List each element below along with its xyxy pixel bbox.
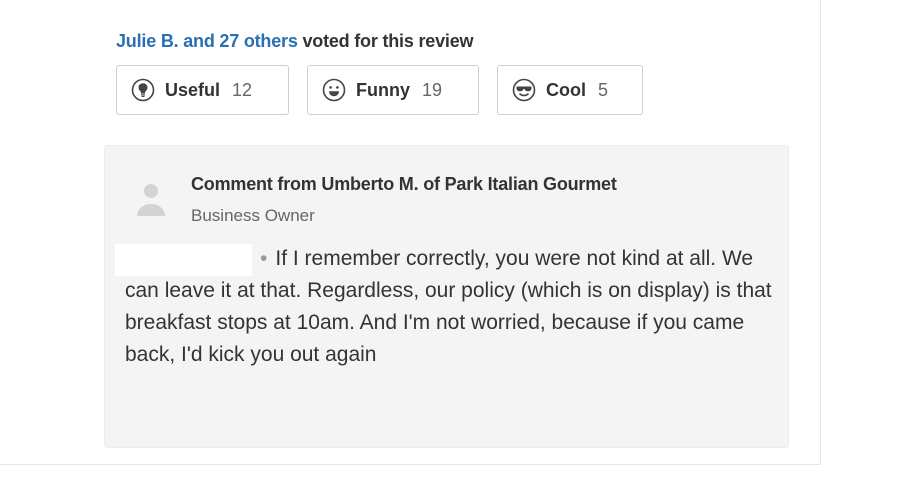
review-card: Julie B. and 27 others voted for this re… xyxy=(0,0,821,465)
cool-count: 5 xyxy=(598,79,609,100)
cool-button[interactable]: Cool 5 xyxy=(497,65,643,115)
comment-author: Comment from Umberto M. of Park Italian … xyxy=(191,174,617,194)
funny-label: Funny xyxy=(356,79,410,100)
sunglasses-icon xyxy=(512,78,536,102)
lightbulb-icon xyxy=(131,78,155,102)
vote-buttons: Useful 12 Funny 19 Cool 5 xyxy=(116,65,643,115)
business-owner-comment: Comment from Umberto M. of Park Italian … xyxy=(104,145,789,448)
voters-link[interactable]: Julie B. and 27 others xyxy=(116,31,298,51)
comment-bullet: • xyxy=(260,247,268,270)
cool-label: Cool xyxy=(546,79,586,100)
page: Julie B. and 27 others voted for this re… xyxy=(0,0,908,504)
useful-button[interactable]: Useful 12 xyxy=(116,65,289,115)
useful-label: Useful xyxy=(165,79,221,100)
voted-text: voted for this review xyxy=(297,31,474,51)
funny-button[interactable]: Funny 19 xyxy=(307,65,479,115)
votes-summary: Julie B. and 27 others voted for this re… xyxy=(116,31,474,52)
smile-icon xyxy=(322,78,346,102)
user-avatar-icon xyxy=(135,180,167,225)
comment-text: If I remember correctly, you were not ki… xyxy=(125,247,772,366)
funny-count: 19 xyxy=(422,79,443,100)
useful-count: 12 xyxy=(232,79,253,100)
comment-role: Business Owner xyxy=(191,206,315,225)
comment-body: • If I remember correctly, you were not k… xyxy=(125,243,775,371)
